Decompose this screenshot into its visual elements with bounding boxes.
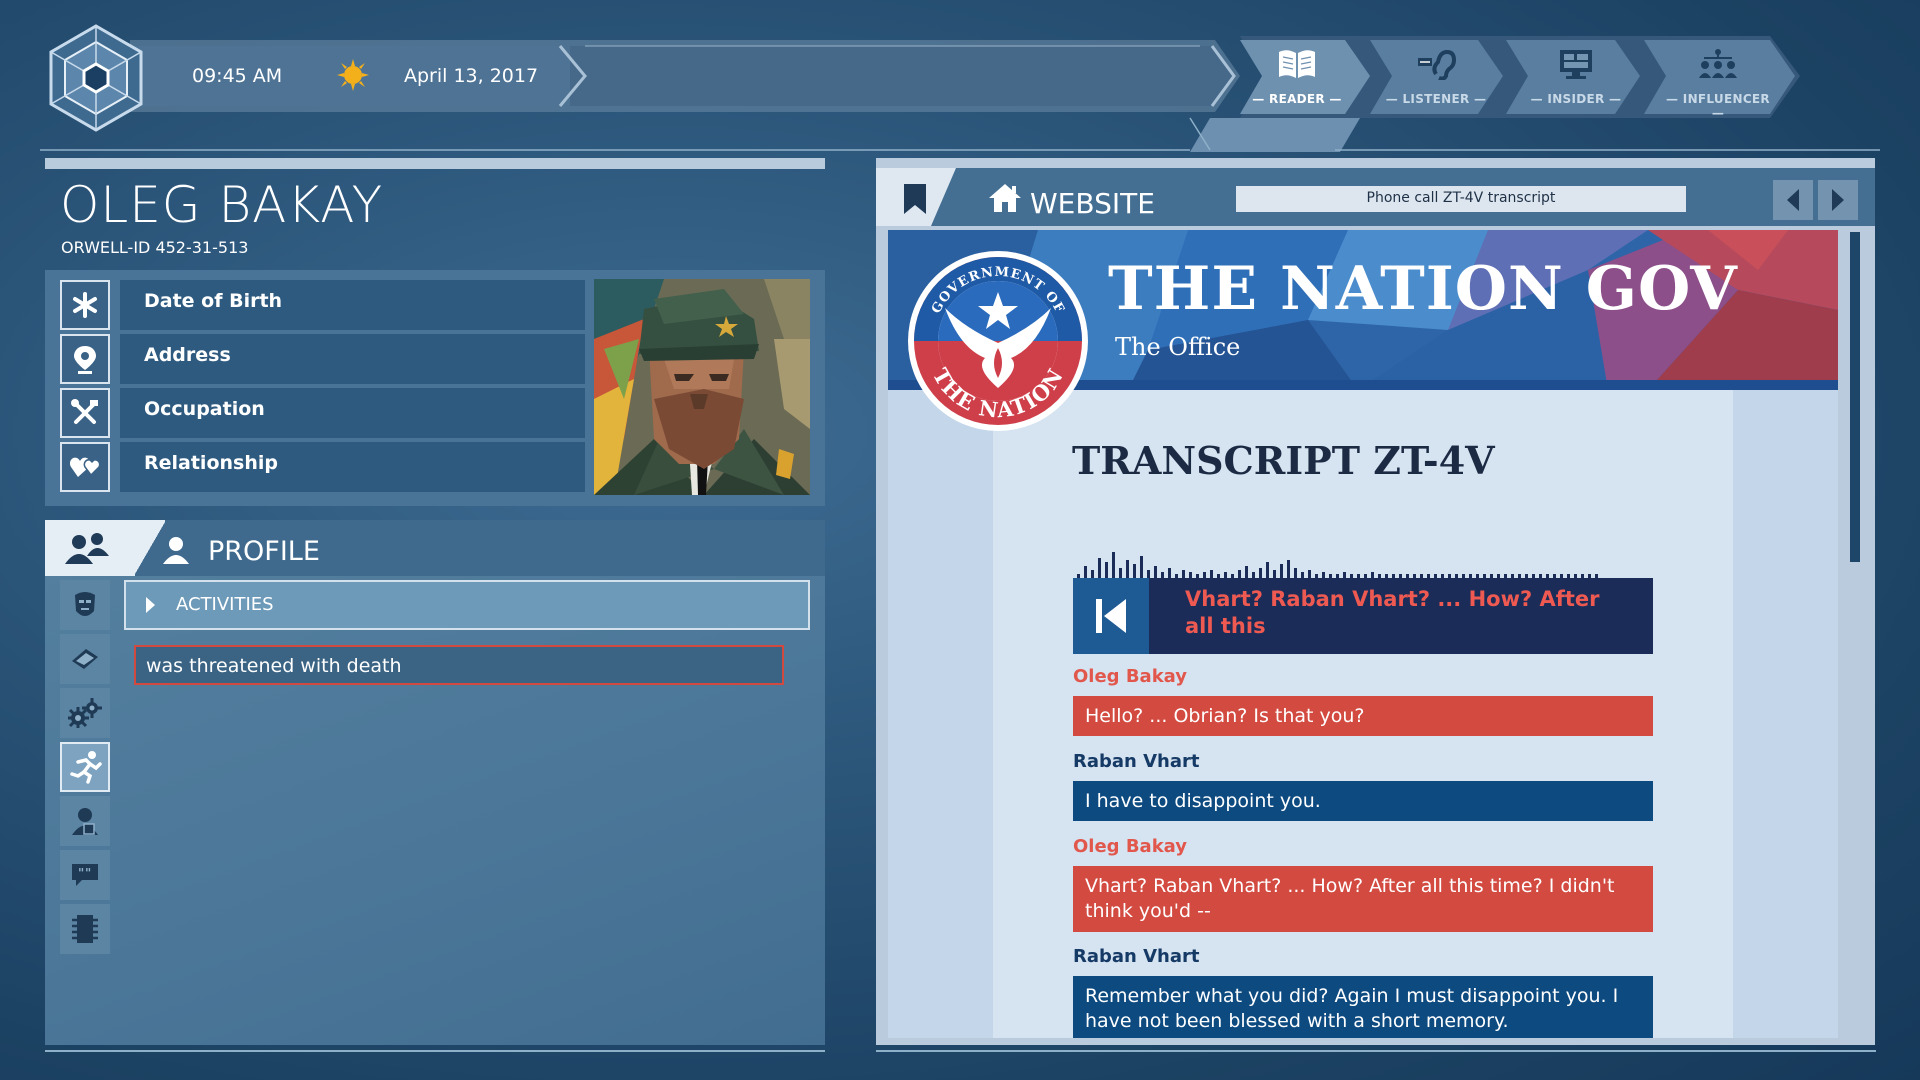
speaker-name: Raban Vhart (1073, 751, 1200, 772)
rewind-button[interactable] (1073, 578, 1149, 654)
forward-button[interactable] (1818, 180, 1858, 220)
monitor-icon (1556, 48, 1596, 80)
message-bubble: I have to disappoint you. (1073, 781, 1653, 821)
tab-influencer-label: — INFLUENCER — (1666, 92, 1770, 120)
activities-label: ACTIVITIES (176, 594, 274, 615)
audio-waveform (1073, 548, 1653, 580)
site-title: THE NATION GOV (1108, 254, 1738, 324)
asterisk-icon (60, 280, 110, 330)
gears-icon[interactable] (60, 688, 110, 738)
scrollbar[interactable] (1850, 232, 1860, 562)
activity-item[interactable]: was threatened with death (134, 645, 784, 685)
tools-icon (60, 388, 110, 438)
home-icon (988, 183, 1022, 213)
svg-text:": " (78, 866, 84, 880)
running-icon[interactable] (60, 742, 110, 792)
player-caption: Vhart? Raban Vhart? ... How? After all t… (1185, 587, 1600, 638)
chevron-right-icon (1830, 188, 1846, 212)
top-bar: 09:45 AM April 13, 2017 — READER — — LIS… (0, 0, 1920, 160)
person-icon[interactable] (60, 796, 110, 846)
orwell-id: ORWELL-ID 452-31-513 (61, 238, 249, 257)
website-label: WEBSITE (1030, 187, 1155, 220)
speaker-name: Oleg Bakay (1073, 836, 1187, 857)
clock-time: 09:45 AM (192, 65, 283, 87)
site-subtitle: The Office (1115, 333, 1241, 361)
message-bubble: Vhart? Raban Vhart? ... How? After all t… (1073, 866, 1653, 932)
chevron-right-icon (144, 596, 156, 614)
svg-text:": " (85, 866, 91, 880)
person-icon (160, 534, 192, 566)
field-date-of-birth[interactable]: Date of Birth (120, 280, 585, 330)
tab-listener[interactable]: — LISTENER — (1376, 44, 1496, 114)
hearts-icon (60, 442, 110, 492)
profile-tab-label: PROFILE (208, 536, 320, 567)
transcript-title: TRANSCRIPT ZT-4V (1072, 438, 1495, 483)
tab-influencer[interactable]: — INFLUENCER — (1658, 44, 1778, 120)
field-relationship[interactable]: Relationship (120, 442, 585, 492)
profile-group-tab[interactable] (45, 520, 135, 576)
book-icon[interactable] (60, 634, 110, 684)
message-bubble: Remember what you did? Again I must disa… (1073, 976, 1653, 1038)
bookmark-icon[interactable] (904, 184, 926, 214)
tab-insider[interactable]: — INSIDER — (1516, 44, 1636, 114)
divider (45, 158, 825, 169)
tab-reader-label: — READER — (1252, 92, 1342, 106)
message-bubble: Hello? ... Obrian? Is that you? (1073, 696, 1653, 736)
skip-back-icon (1094, 597, 1128, 635)
speech-bubble-icon[interactable]: " " (60, 850, 110, 900)
face-icon[interactable] (60, 580, 110, 630)
tab-insider-label: — INSIDER — (1530, 92, 1622, 106)
activities-category[interactable]: ACTIVITIES (124, 580, 810, 630)
person-name: OLEG BAKAY (60, 176, 384, 234)
orwell-logo (49, 24, 143, 132)
speaker-name: Raban Vhart (1073, 946, 1200, 967)
tab-reader[interactable]: — READER — (1237, 44, 1357, 114)
field-occupation[interactable]: Occupation (120, 388, 585, 438)
ear-icon (1416, 48, 1456, 80)
book-icon (1277, 48, 1317, 80)
network-icon (1698, 48, 1738, 80)
chevron-left-icon (1785, 188, 1801, 212)
url-bar[interactable]: Phone call ZT-4V transcript (1236, 186, 1686, 212)
sun-icon (336, 58, 370, 92)
tab-listener-label: — LISTENER — (1385, 92, 1487, 106)
field-address[interactable]: Address (120, 334, 585, 384)
chip-icon[interactable] (60, 904, 110, 954)
people-icon (63, 530, 113, 568)
back-button[interactable] (1773, 180, 1813, 220)
location-pin-icon (60, 334, 110, 384)
speaker-name: Oleg Bakay (1073, 666, 1187, 687)
current-date: April 13, 2017 (404, 65, 539, 87)
government-seal: GOVERNMENT OF THE NATION (905, 248, 1091, 434)
person-portrait (594, 279, 810, 495)
